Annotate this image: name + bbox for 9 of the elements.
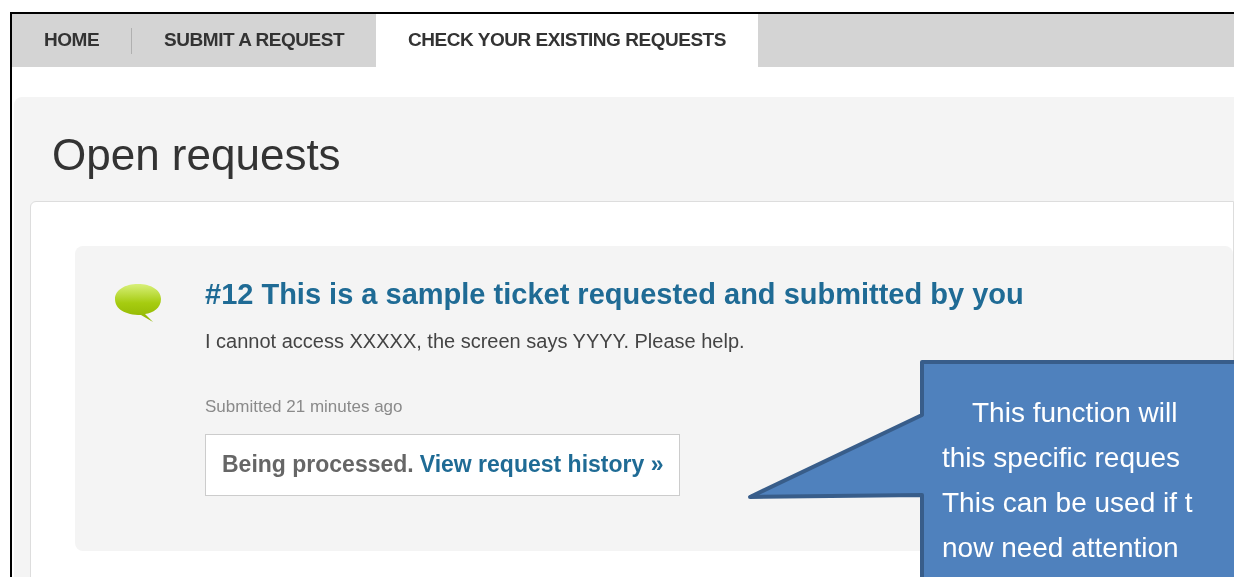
callout-text: This function will this specific reques This can be used if t now need attention [942,396,1193,565]
page-heading: Open requests [52,129,342,181]
submitted-time: Submitted 21 minutes ago [205,396,403,418]
status-text: Being processed. [222,450,414,480]
speech-bubble-icon [113,282,163,324]
view-history-link[interactable]: View request history » [419,447,664,482]
nav-tab[interactable]: CHECK YOUR EXISTING REQUESTS [376,14,758,67]
ticket-description: I cannot access XXXXX, the screen says YYYY. Please help. [205,329,745,354]
ticket-title-link[interactable]: #12 This is a sample ticket requested and submitted by you [205,276,1024,312]
